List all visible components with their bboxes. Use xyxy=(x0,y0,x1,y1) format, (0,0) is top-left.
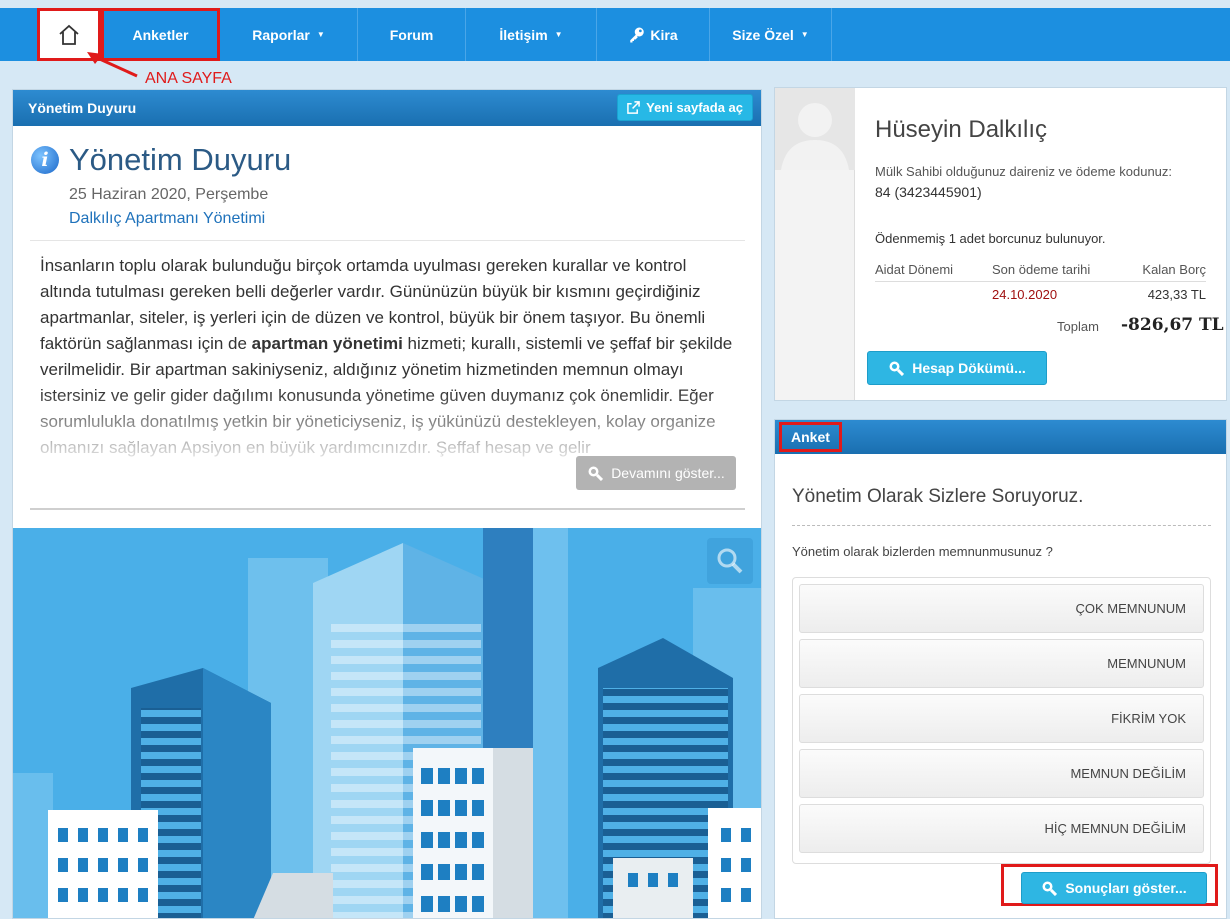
nav-label: Anketler xyxy=(132,26,189,43)
poll-options: ÇOK MEMNUNUM MEMNUNUM FİKRİM YOK MEMNUN … xyxy=(792,577,1211,864)
nav-item-raporlar[interactable]: Raporlar ▼ xyxy=(220,8,358,61)
announcement-title: Yönetim Duyuru xyxy=(69,142,292,177)
key-icon xyxy=(630,27,645,42)
column-header: Aidat Dönemi xyxy=(875,262,954,277)
divider xyxy=(30,240,745,241)
announcement-panel-header: Yönetim Duyuru Yeni sayfada aç xyxy=(13,90,761,126)
total-value: -826,67 TL xyxy=(1121,315,1224,335)
nav-item-forum[interactable]: Forum xyxy=(358,8,466,61)
magnifier-icon xyxy=(1042,881,1058,896)
nav-label: Raporlar xyxy=(252,26,310,43)
chevron-down-icon: ▼ xyxy=(554,30,563,39)
home-icon xyxy=(59,24,79,45)
nav-label: Forum xyxy=(389,26,434,43)
table-header-row: Aidat Dönemi Son ödeme tarihi Kalan Borç xyxy=(875,258,1206,282)
table-row: 24.10.2020 423,33 TL xyxy=(875,282,1206,306)
show-results-button[interactable]: Sonuçları göster... xyxy=(1021,872,1207,904)
column-header: Kalan Borç xyxy=(1142,262,1206,277)
announcement-date: 25 Haziran 2020, Perşembe xyxy=(69,186,269,203)
announcement-author[interactable]: Dalkılıç Apartmanı Yönetimi xyxy=(69,210,265,228)
show-more-button[interactable]: Devamını göster... xyxy=(576,456,736,490)
ownership-description: Mülk Sahibi olduğunuz daireniz ve ödeme … xyxy=(875,164,1173,179)
poll-option[interactable]: MEMNUNUM xyxy=(799,639,1204,688)
nav-label: İletişim xyxy=(499,26,548,43)
user-placeholder-icon xyxy=(775,88,855,170)
body-bold-text: apartman yönetimi xyxy=(251,334,403,353)
user-name: Hüseyin Dalkılıç xyxy=(875,116,1048,143)
due-date-cell: 24.10.2020 xyxy=(992,286,1058,302)
annotation-arrow-icon xyxy=(87,52,138,78)
nav-item-kira[interactable]: Kira xyxy=(597,8,710,61)
account-statement-button[interactable]: Hesap Dökümü... xyxy=(867,351,1047,385)
external-link-icon xyxy=(627,101,640,114)
nav-bar-fill xyxy=(835,8,1230,61)
profile-panel: Hüseyin Dalkılıç Mülk Sahibi olduğunuz d… xyxy=(774,87,1227,401)
magnifier-icon xyxy=(588,466,604,481)
show-results-label: Sonuçları göster... xyxy=(1065,880,1187,896)
chevron-down-icon: ▼ xyxy=(800,30,809,39)
poll-option[interactable]: FİKRİM YOK xyxy=(799,694,1204,743)
poll-question: Yönetim olarak bizlerden memnunmusunuz ? xyxy=(792,544,1053,559)
panel-title: Yönetim Duyuru xyxy=(28,100,137,116)
divider xyxy=(30,508,745,510)
poll-title-highlight: Anket xyxy=(779,422,842,452)
city-illustration xyxy=(13,528,761,918)
payment-code: 84 (3423445901) xyxy=(875,184,982,200)
show-more-label: Devamını göster... xyxy=(611,465,725,481)
nav-label: Size Özel xyxy=(732,26,794,43)
magnifier-icon xyxy=(889,361,905,376)
poll-panel-header: Anket xyxy=(775,420,1226,454)
debt-table: Aidat Dönemi Son ödeme tarihi Kalan Borç… xyxy=(875,258,1206,306)
open-new-page-button[interactable]: Yeni sayfada aç xyxy=(617,94,753,121)
avatar xyxy=(775,88,855,170)
poll-option[interactable]: ÇOK MEMNUNUM xyxy=(799,584,1204,633)
info-icon: i xyxy=(31,146,59,174)
divider xyxy=(792,525,1211,526)
column-header: Son ödeme tarihi xyxy=(992,262,1091,277)
top-navigation: Anketler Raporlar ▼ Forum İletişim ▼ Kir… xyxy=(0,0,1230,62)
nav-item-size-ozel[interactable]: Size Özel ▼ xyxy=(710,8,832,61)
remaining-cell: 423,33 TL xyxy=(1147,286,1206,302)
debt-notice: Ödenmemiş 1 adet borcunuz bulunuyor. xyxy=(875,231,1106,246)
chevron-down-icon: ▼ xyxy=(316,30,325,39)
total-label: Toplam xyxy=(1057,319,1099,334)
poll-title: Yönetim Olarak Sizlere Soruyoruz. xyxy=(792,486,1084,507)
nav-item-iletisim[interactable]: İletişim ▼ xyxy=(466,8,597,61)
announcement-panel: Yönetim Duyuru Yeni sayfada aç i Yönetim… xyxy=(12,89,762,919)
poll-panel: Anket Yönetim Olarak Sizlere Soruyoruz. … xyxy=(774,419,1227,919)
nav-label: Kira xyxy=(650,26,678,43)
poll-option[interactable]: MEMNUN DEĞİLİM xyxy=(799,749,1204,798)
account-statement-label: Hesap Dökümü... xyxy=(912,360,1026,376)
annotation-home-label: ANA SAYFA xyxy=(145,70,232,87)
poll-option[interactable]: HİÇ MEMNUN DEĞİLİM xyxy=(799,804,1204,853)
open-new-page-label: Yeni sayfada aç xyxy=(646,100,743,115)
panel-title: Anket xyxy=(791,429,830,445)
